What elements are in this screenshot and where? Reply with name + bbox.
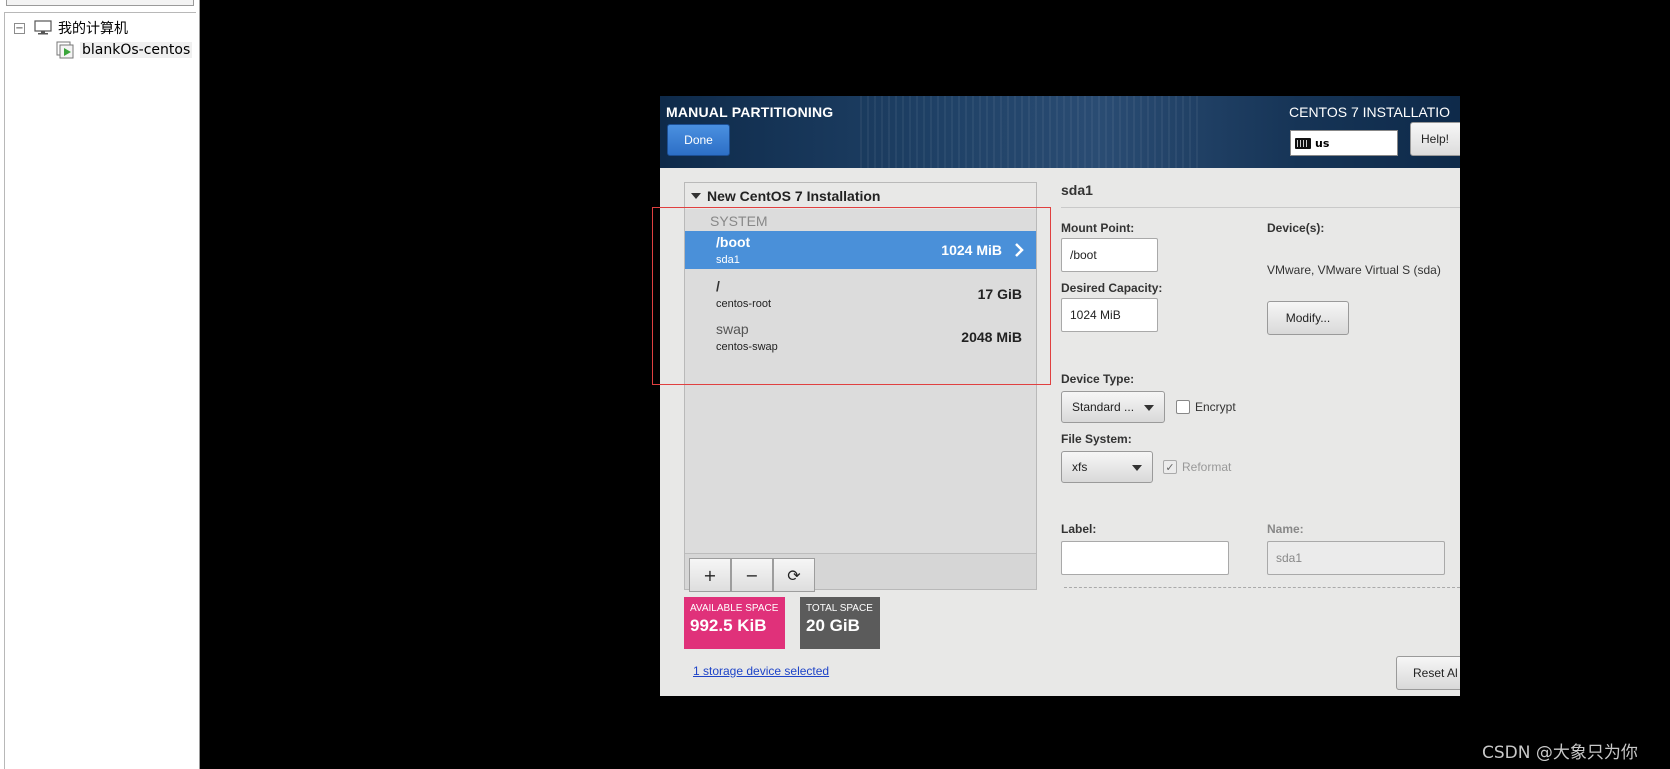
- available-space-value: 992.5 KiB: [690, 616, 767, 635]
- encrypt-checkbox[interactable]: Encrypt: [1176, 400, 1236, 414]
- partition-list-pane: New CentOS 7 Installation SYSTEM /boot s…: [684, 182, 1037, 592]
- partition-toolbar: + − ⟳: [685, 553, 1036, 592]
- tree-border: [4, 12, 196, 769]
- total-space-box: TOTAL SPACE 20 GiB: [800, 597, 880, 649]
- add-partition-button[interactable]: +: [689, 558, 731, 592]
- label-input[interactable]: [1061, 541, 1229, 575]
- tree-vm-label: blankOs-centos: [80, 42, 193, 58]
- dropdown-arrow-icon: [1144, 405, 1154, 411]
- total-space-caption: TOTAL SPACE: [806, 603, 873, 614]
- header-texture: [860, 96, 1200, 168]
- name-input[interactable]: sda1: [1267, 541, 1445, 575]
- file-system-label: File System:: [1061, 432, 1132, 446]
- product-title: CENTOS 7 INSTALLATIO: [1289, 104, 1451, 120]
- available-space-caption: AVAILABLE SPACE: [690, 603, 779, 614]
- installer-header: MANUAL PARTITIONING Done CENTOS 7 INSTAL…: [660, 96, 1460, 168]
- modify-button[interactable]: Modify...: [1267, 301, 1349, 335]
- tree-node-my-computer[interactable]: − 我的计算机: [14, 18, 128, 38]
- dashed-separator: [1064, 587, 1460, 588]
- keyboard-layout-value: us: [1315, 136, 1330, 150]
- dropdown-arrow-icon: [1132, 465, 1142, 471]
- watermark: CSDN @大象只为你: [1482, 743, 1638, 763]
- partition-device: sda1: [716, 254, 740, 266]
- partition-size: 17 GiB: [977, 286, 1022, 302]
- mount-point-label: Mount Point:: [1061, 221, 1135, 235]
- mount-point-field[interactable]: /boot: [1061, 238, 1158, 272]
- detail-divider: [1061, 207, 1460, 208]
- chevron-right-icon: [1015, 243, 1024, 257]
- desired-capacity-field[interactable]: 1024 MiB: [1061, 298, 1158, 332]
- reset-all-button[interactable]: Reset Al: [1396, 656, 1460, 690]
- label-field-label: Label:: [1061, 522, 1097, 536]
- installation-group-header[interactable]: New CentOS 7 Installation: [685, 183, 1036, 209]
- expand-triangle-icon: [691, 193, 701, 199]
- group-title: New CentOS 7 Installation: [707, 188, 881, 204]
- partition-mount: swap: [716, 321, 749, 337]
- installer-window: MANUAL PARTITIONING Done CENTOS 7 INSTAL…: [660, 96, 1460, 696]
- device-type-label: Device Type:: [1061, 372, 1135, 386]
- keyboard-layout-indicator[interactable]: us: [1290, 130, 1398, 156]
- partition-mount: /: [716, 278, 720, 294]
- device-type-dropdown[interactable]: Standard ...: [1061, 391, 1165, 423]
- tree-node-vm[interactable]: blankOs-centos: [56, 40, 193, 60]
- reformat-label: Reformat: [1182, 460, 1232, 474]
- refresh-button[interactable]: ⟳: [773, 558, 815, 592]
- partition-row-boot[interactable]: /boot sda1 1024 MiB: [685, 231, 1036, 269]
- selected-partition-title: sda1: [1061, 182, 1093, 198]
- desired-capacity-label: Desired Capacity:: [1061, 281, 1163, 295]
- name-field-label: Name:: [1267, 522, 1304, 536]
- tree-root-label: 我的计算机: [58, 21, 128, 37]
- help-button[interactable]: Help!: [1410, 122, 1460, 156]
- partition-device: centos-swap: [716, 341, 778, 353]
- partition-row-swap[interactable]: swap centos-swap 2048 MiB: [685, 318, 1036, 356]
- computer-icon: [34, 20, 52, 35]
- checkbox-box: [1176, 400, 1190, 414]
- reformat-checkbox[interactable]: ✓ Reformat: [1163, 460, 1231, 474]
- devices-label: Device(s):: [1267, 221, 1325, 235]
- partition-size: 1024 MiB: [941, 242, 1002, 258]
- screen: − 我的计算机 blankOs-centos MANUAL PARTITIONI…: [0, 0, 1670, 769]
- vm-running-icon: [56, 41, 74, 59]
- encrypt-label: Encrypt: [1195, 400, 1236, 414]
- system-section-label: SYSTEM: [710, 213, 768, 229]
- checkmark-icon: ✓: [1163, 460, 1177, 474]
- devices-value: VMware, VMware Virtual S (sda): [1267, 263, 1441, 277]
- collapse-toggle[interactable]: −: [14, 22, 25, 34]
- partition-mount: /boot: [716, 234, 751, 250]
- device-type-value: Standard ...: [1072, 400, 1135, 414]
- partition-row-root[interactable]: / centos-root 17 GiB: [685, 275, 1036, 313]
- available-space-box: AVAILABLE SPACE 992.5 KiB: [684, 597, 785, 649]
- remove-partition-button[interactable]: −: [731, 558, 773, 592]
- total-space-value: 20 GiB: [806, 616, 860, 635]
- keyboard-icon: [1295, 137, 1311, 149]
- file-system-dropdown[interactable]: xfs: [1061, 451, 1153, 483]
- panel-top-strip: [6, 0, 194, 6]
- partition-device: centos-root: [716, 298, 772, 310]
- page-title: MANUAL PARTITIONING: [666, 104, 834, 120]
- file-system-value: xfs: [1072, 460, 1088, 474]
- done-button[interactable]: Done: [667, 124, 730, 156]
- vm-tree-panel: − 我的计算机 blankOs-centos: [0, 0, 200, 769]
- storage-device-link[interactable]: 1 storage device selected: [693, 664, 829, 678]
- partition-size: 2048 MiB: [961, 329, 1022, 345]
